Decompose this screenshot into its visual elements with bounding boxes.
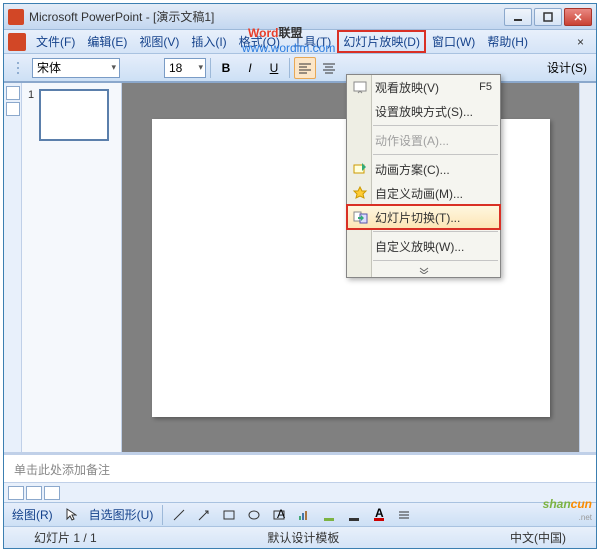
menu-help[interactable]: 帮助(H) (481, 30, 534, 53)
textbox-button[interactable]: A (268, 504, 290, 526)
slideshow-dropdown: 观看放映(V) F5 设置放映方式(S)... 动作设置(A)... 动画方案(… (346, 74, 501, 278)
notes-placeholder: 单击此处添加备注 (14, 463, 110, 477)
separator (210, 58, 211, 78)
dd-custom-shows[interactable]: 自定义放映(W)... (347, 234, 500, 258)
bold-button[interactable]: B (215, 57, 237, 79)
separator (162, 505, 163, 525)
status-template: 默认设计模板 (117, 529, 490, 546)
underline-button[interactable]: U (263, 57, 285, 79)
vertical-scrollbar[interactable] (579, 83, 596, 452)
dd-custom-animation[interactable]: 自定义动画(M)... (347, 181, 500, 205)
insert-chart-button[interactable] (293, 504, 315, 526)
presentation-icon (352, 79, 368, 95)
outline-tab[interactable] (6, 86, 20, 100)
select-arrow-button[interactable] (60, 504, 82, 526)
animation-scheme-icon (352, 161, 368, 177)
notes-pane[interactable]: 单击此处添加备注 (4, 452, 596, 482)
maximize-button[interactable] (534, 8, 562, 26)
slides-tab[interactable] (6, 102, 20, 116)
dd-label: 幻灯片切换(T)... (375, 209, 460, 226)
font-size-select[interactable]: 18 (164, 58, 206, 78)
close-button[interactable] (564, 8, 592, 26)
app-menu-icon[interactable] (8, 33, 26, 51)
slideshow-view-button[interactable] (44, 486, 60, 500)
fill-color-button[interactable] (318, 504, 340, 526)
align-left-button[interactable] (294, 57, 316, 79)
italic-button[interactable]: I (239, 57, 261, 79)
dd-animation-schemes[interactable]: 动画方案(C)... (347, 157, 500, 181)
titlebar: Microsoft PowerPoint - [演示文稿1] (4, 4, 596, 30)
status-language: 中文(中国) (490, 529, 586, 546)
dd-label: 设置放映方式(S)... (375, 103, 473, 120)
sorter-view-button[interactable] (26, 486, 42, 500)
slide-transition-icon (353, 209, 369, 225)
powerpoint-icon (8, 9, 24, 25)
minimize-button[interactable] (504, 8, 532, 26)
font-size-value: 18 (169, 61, 182, 75)
thumb-number: 1 (28, 89, 34, 101)
font-color-button[interactable]: A (368, 504, 390, 526)
dd-view-show[interactable]: 观看放映(V) F5 (347, 75, 500, 99)
menu-edit[interactable]: 编辑(E) (81, 30, 133, 53)
app-window: Microsoft PowerPoint - [演示文稿1] 文件(F) 编辑(… (3, 3, 597, 549)
design-button[interactable]: 设计(S) (542, 57, 592, 79)
outline-tabs (4, 83, 22, 452)
menu-insert[interactable]: 插入(I) (185, 30, 232, 53)
thumbnail-panel: 1 (22, 83, 122, 452)
workspace: 1 (4, 82, 596, 452)
dd-shortcut: F5 (479, 81, 492, 93)
line-color-button[interactable] (343, 504, 365, 526)
design-label: 设计(S) (547, 59, 587, 76)
menu-format[interactable]: 格式(O) (233, 30, 286, 53)
chevron-down-icon (418, 266, 430, 274)
dd-label: 自定义动画(M)... (375, 185, 463, 202)
doc-close-button[interactable]: × (569, 33, 592, 51)
menu-window[interactable]: 窗口(W) (426, 30, 481, 53)
dd-label: 动画方案(C)... (375, 161, 450, 178)
status-slide-number: 幻灯片 1 / 1 (14, 529, 117, 546)
dropdown-separator (373, 231, 498, 232)
oval-button[interactable] (243, 504, 265, 526)
arrow-button[interactable] (193, 504, 215, 526)
toolbar-handle-icon[interactable] (8, 57, 30, 79)
dropdown-separator (373, 154, 498, 155)
dropdown-separator (373, 125, 498, 126)
menubar: 文件(F) 编辑(E) 视图(V) 插入(I) 格式(O) 工具(T) 幻灯片放… (4, 30, 596, 54)
slide-thumbnail[interactable] (39, 89, 109, 141)
menu-view[interactable]: 视图(V) (133, 30, 185, 53)
dd-label: 动作设置(A)... (375, 132, 449, 149)
menu-slideshow[interactable]: 幻灯片放映(D) (337, 30, 426, 53)
dd-action-settings: 动作设置(A)... (347, 128, 500, 152)
view-buttons-bar (4, 482, 596, 502)
dd-setup-show[interactable]: 设置放映方式(S)... (347, 99, 500, 123)
dd-label: 观看放映(V) (375, 79, 439, 96)
drawing-toolbar: 绘图(R) 自选图形(U) A A (4, 502, 596, 526)
custom-animation-icon (352, 185, 368, 201)
draw-menu[interactable]: 绘图(R) (8, 506, 57, 523)
dd-slide-transition[interactable]: 幻灯片切换(T)... (347, 205, 500, 229)
dd-label: 自定义放映(W)... (375, 238, 464, 255)
window-title: Microsoft PowerPoint - [演示文稿1] (29, 8, 504, 25)
formatting-toolbar: 宋体 18 B I U 设计(S) (4, 54, 596, 82)
autoshapes-menu[interactable]: 自选图形(U) (85, 506, 158, 523)
statusbar: 幻灯片 1 / 1 默认设计模板 中文(中国) (4, 526, 596, 548)
menu-file[interactable]: 文件(F) (30, 30, 81, 53)
menu-tools[interactable]: 工具(T) (286, 30, 337, 53)
normal-view-button[interactable] (8, 486, 24, 500)
dd-expand[interactable] (347, 263, 500, 277)
dropdown-separator (373, 260, 498, 261)
align-center-button[interactable] (318, 57, 340, 79)
line-style-button[interactable] (393, 504, 415, 526)
font-name-value: 宋体 (37, 59, 61, 76)
rectangle-button[interactable] (218, 504, 240, 526)
svg-text:A: A (277, 508, 285, 521)
font-name-select[interactable]: 宋体 (32, 58, 120, 78)
separator (289, 58, 290, 78)
line-button[interactable] (168, 504, 190, 526)
